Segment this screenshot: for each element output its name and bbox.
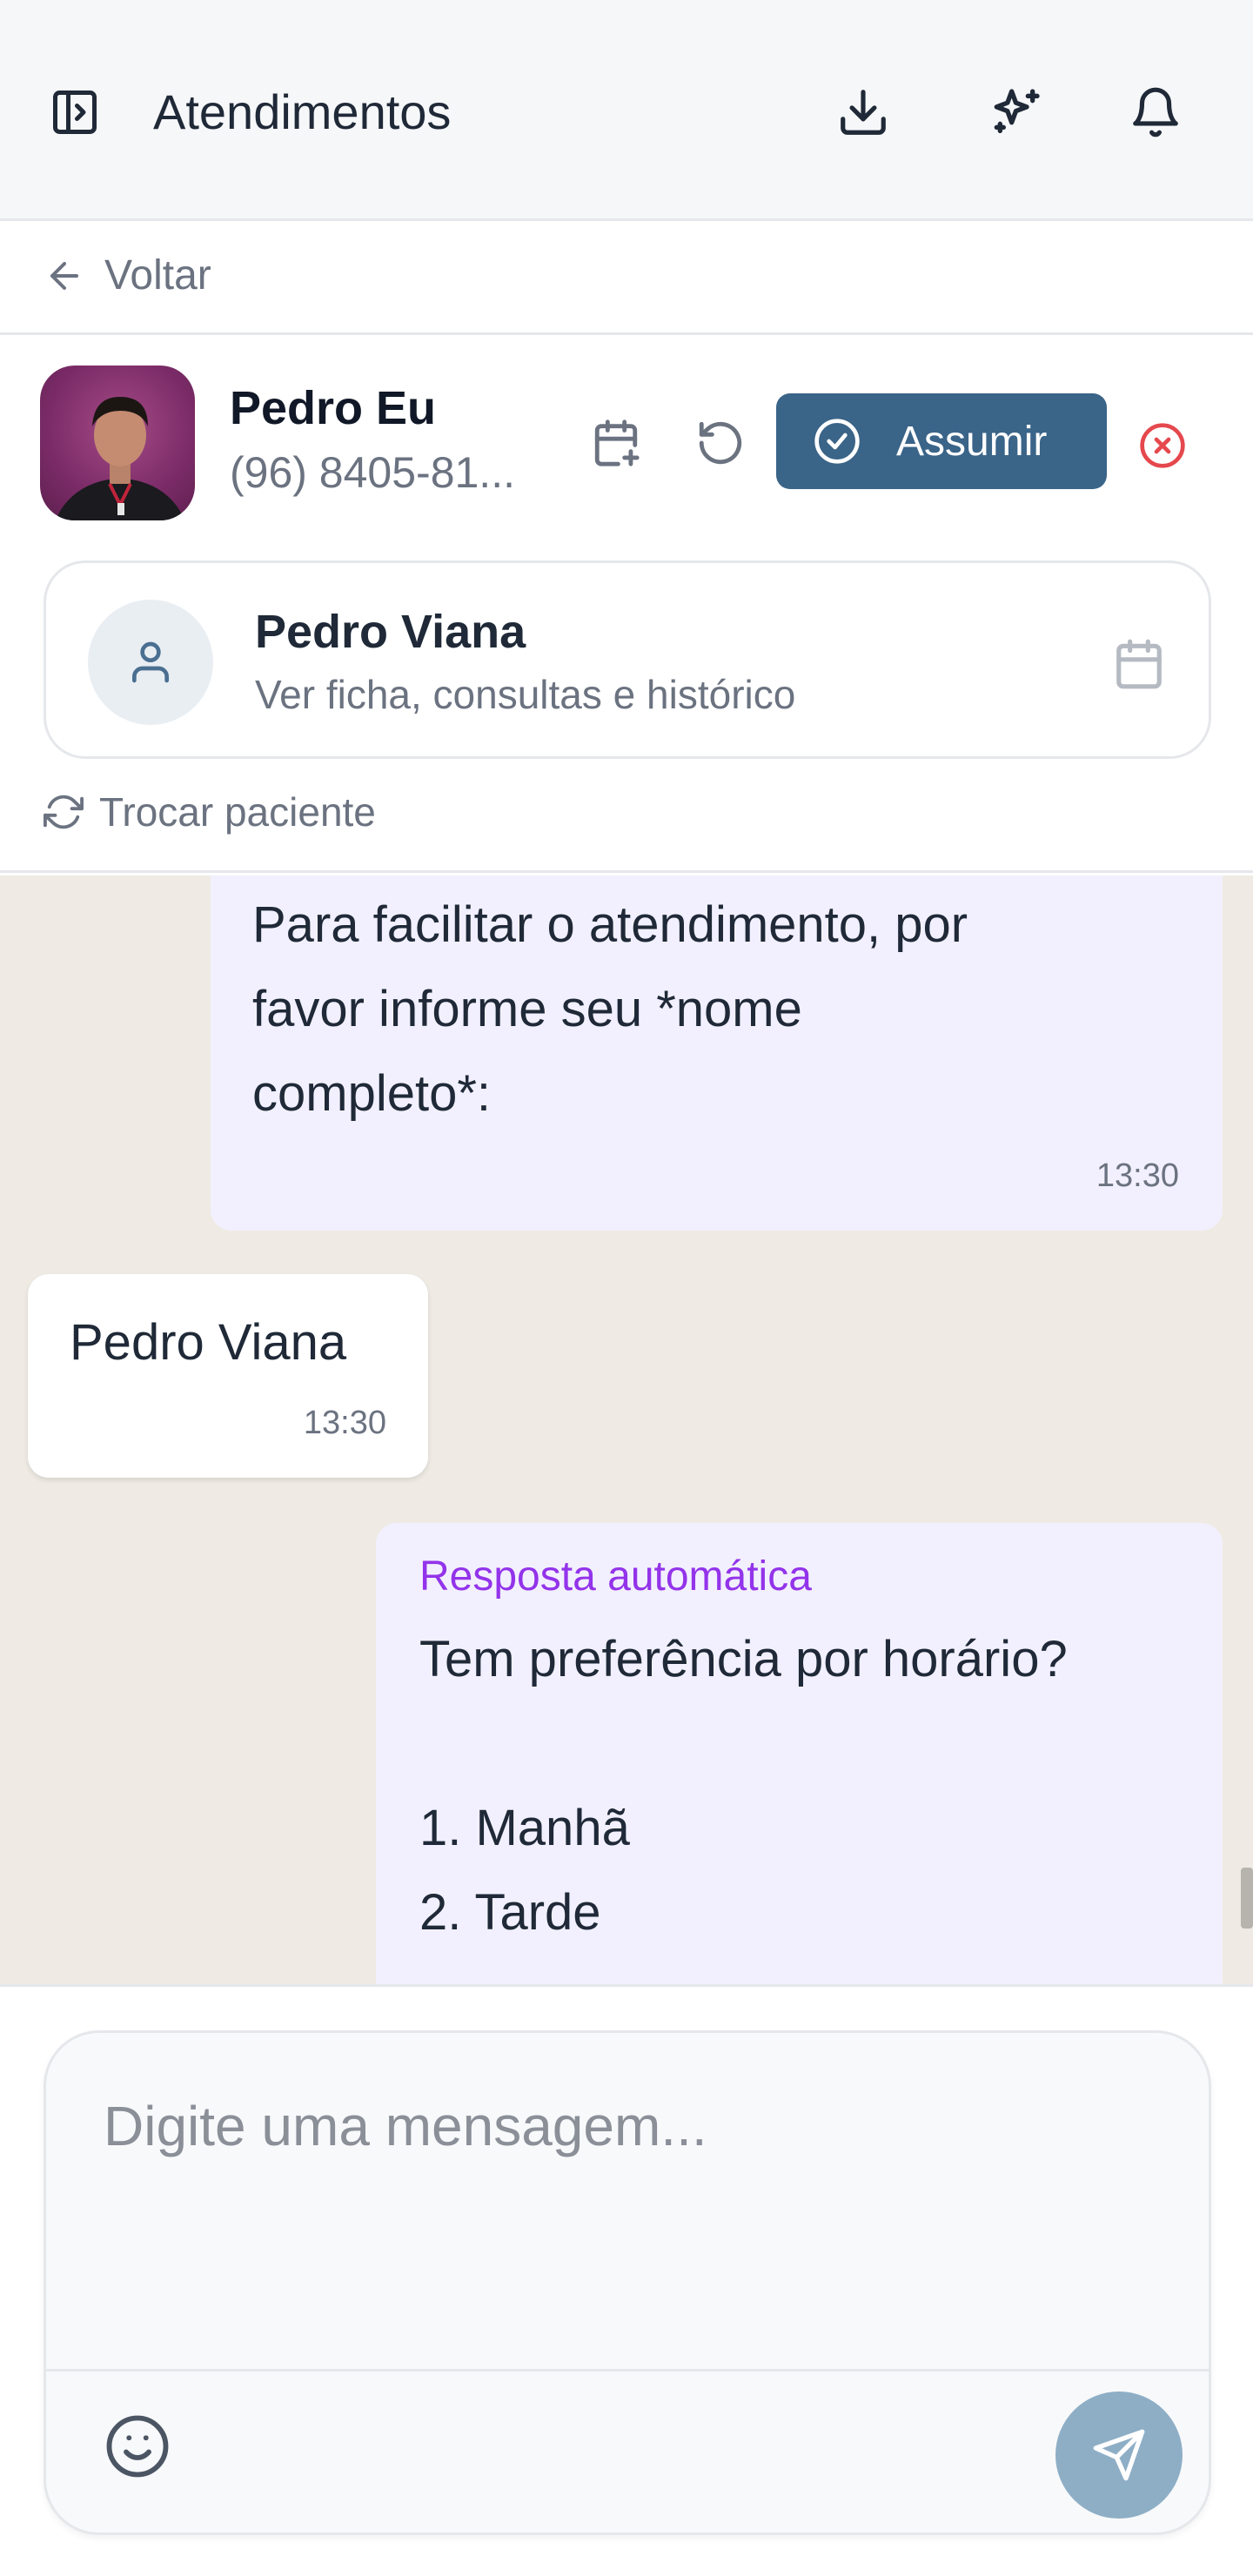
message-bubble-outgoing: Resposta automática Tem preferência por … (376, 1523, 1223, 1984)
sparkles-icon[interactable] (986, 82, 1047, 143)
message-text: Para facilitar o atendimento, por favor … (252, 896, 968, 1122)
message-text: Tem preferência por horário? 1. Manhã 2.… (419, 1631, 1068, 1941)
emoji-icon[interactable] (104, 2412, 171, 2480)
swap-patient-link[interactable]: Trocar paciente (44, 788, 376, 835)
message-bubble-outgoing: Para facilitar o atendimento, por favor … (211, 875, 1223, 1231)
message-text: Pedro Viana (70, 1314, 347, 1371)
message-time: 13:30 (303, 1405, 386, 1441)
chat-area[interactable]: Para facilitar o atendimento, por favor … (0, 875, 1253, 1984)
bell-icon[interactable] (1125, 82, 1186, 143)
user-icon (88, 600, 213, 725)
sidebar-toggle-icon[interactable] (49, 86, 101, 138)
assume-button[interactable]: Assumir (776, 393, 1107, 489)
app-header: Atendimentos (0, 0, 1253, 221)
message-input[interactable] (46, 2033, 1209, 2367)
back-label: Voltar (104, 252, 211, 299)
composer-divider (46, 2369, 1209, 2371)
send-icon (1091, 2427, 1147, 2483)
page-title: Atendimentos (153, 84, 452, 139)
contact-phone: (96) 8405-81... (230, 448, 515, 497)
check-circle-icon (813, 417, 861, 466)
message-time: 13:30 (1096, 1157, 1179, 1194)
assume-label: Assumir (896, 418, 1048, 465)
composer-area (0, 1984, 1253, 2576)
close-icon[interactable] (1138, 421, 1187, 470)
patient-card[interactable]: Pedro Viana Ver ficha, consultas e histó… (44, 560, 1211, 759)
message-bubble-incoming: Pedro Viana 13:30 (28, 1274, 428, 1478)
contact-header: Pedro Eu (96) 8405-81... Assumir Pedro V… (0, 338, 1253, 873)
composer-box (44, 2030, 1211, 2535)
contact-name: Pedro Eu (230, 382, 437, 434)
undo-icon[interactable] (693, 415, 748, 471)
swap-patient-label: Trocar paciente (99, 789, 376, 835)
calendar-plus-icon[interactable] (588, 415, 644, 471)
send-button[interactable] (1055, 2392, 1183, 2519)
scrollbar-thumb[interactable] (1241, 1868, 1253, 1929)
avatar (40, 366, 195, 520)
patient-name: Pedro Viana (255, 606, 526, 658)
arrow-left-icon (44, 255, 85, 297)
back-link[interactable]: Voltar (44, 252, 211, 299)
calendar-icon[interactable] (1111, 636, 1167, 692)
back-row: Voltar (0, 224, 1253, 335)
auto-reply-label: Resposta automática (419, 1553, 812, 1600)
patient-subtitle: Ver ficha, consultas e histórico (255, 672, 796, 717)
refresh-icon (44, 792, 84, 832)
download-icon[interactable] (833, 82, 894, 143)
